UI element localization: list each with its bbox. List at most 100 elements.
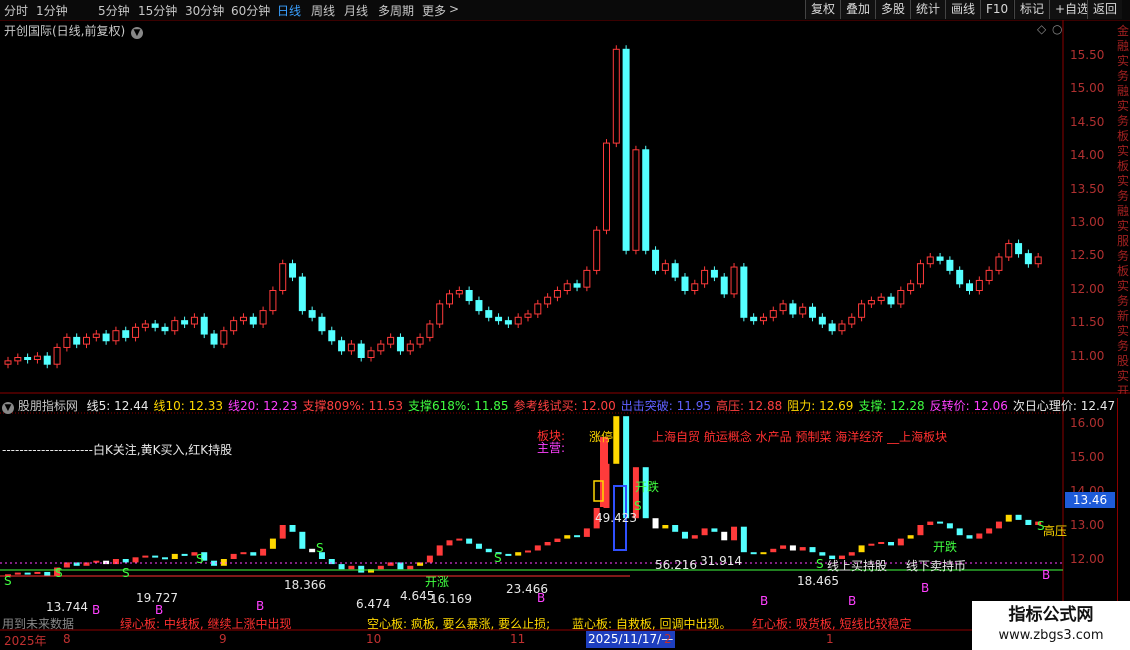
down-candle [946, 259, 954, 271]
down-candle [249, 316, 257, 325]
ind-candle [888, 542, 895, 546]
buy-hold-label: 线上买持股 [827, 559, 888, 573]
ind-candle [240, 552, 247, 555]
indicator-value: 支撑809%: 11.53 [302, 399, 404, 413]
down-candle [465, 290, 473, 302]
main-candles [4, 45, 1042, 369]
ind-candle [799, 547, 806, 551]
sell-signal: S [4, 574, 12, 588]
up-candle [632, 149, 640, 251]
down-candle [956, 269, 964, 285]
down-candle [710, 269, 718, 278]
indicator-value: 高压: 12.88 [716, 399, 783, 413]
up-candle [387, 336, 395, 345]
down-candle [750, 316, 758, 322]
up-candle [367, 350, 375, 358]
ind-candle [583, 528, 590, 537]
ind-candle [161, 557, 168, 560]
ind-candle [750, 552, 757, 555]
ind-candle [299, 531, 306, 549]
indicator-values: 线5: 12.44 线10: 12.33 线20: 12.23 支撑809%: 11.… [82, 399, 1130, 413]
ind-candle [34, 571, 41, 574]
up-candle [279, 263, 287, 292]
down-candle [966, 283, 974, 291]
ind-candle [809, 547, 816, 553]
collapse-icon[interactable]: ▼ [2, 402, 14, 414]
ind-candle [348, 565, 355, 570]
ind-candle [289, 525, 296, 532]
y-label: 15.50 [1070, 48, 1105, 62]
up-candle [858, 303, 866, 318]
business-label: 主营: [537, 441, 566, 455]
ind-candle [260, 548, 267, 556]
sell-signal: S [316, 541, 324, 555]
ind-candle [485, 548, 492, 553]
ind-candle [152, 555, 159, 558]
side-info-strip: 金融实务融实务板实板实务融实服务板实务新实务股实开股实务新实务融板实务板融实务股 [1117, 24, 1130, 394]
note-hollow-board: 空心板: 疯板, 要么暴涨, 要么止损; [367, 617, 551, 631]
up-candle [985, 269, 993, 281]
buy-signal: B [537, 591, 546, 605]
down-candle [671, 263, 679, 278]
y-label: 12.00 [1070, 282, 1105, 296]
down-candle [740, 266, 748, 318]
up-candle [1034, 256, 1042, 265]
down-candle [1015, 243, 1023, 255]
down-candle [338, 340, 346, 352]
ind-candle [868, 543, 875, 546]
current-price-tag: 13.46 [1065, 492, 1115, 508]
price-note: 18.366 [284, 578, 326, 592]
watermark-title: 指标公式网 [1008, 605, 1094, 625]
ind-candle [731, 526, 738, 541]
month-label: 10 [366, 632, 382, 646]
ind-candle [1005, 514, 1012, 522]
ind-candle [721, 531, 728, 541]
buy-signal: B [1042, 568, 1051, 582]
ind-candle [966, 535, 973, 539]
down-candle [396, 336, 404, 352]
note-red-board: 红心板: 吸货板, 短线比较稳定 [752, 617, 912, 631]
limit-up-label: 涨停 [589, 430, 614, 444]
indicator-value: 支撑: 12.28 [858, 399, 925, 413]
ind-candle [780, 545, 787, 549]
ind-candle [789, 545, 796, 551]
ind-y-label: 16.00 [1070, 416, 1105, 430]
ind-candle [770, 548, 777, 553]
up-candle [171, 320, 179, 332]
ind-candle [927, 521, 934, 525]
buy-signal: B [760, 594, 769, 608]
buy-signal: B [921, 581, 930, 595]
up-candle [701, 269, 709, 285]
down-candle [681, 276, 689, 292]
down-candle [1024, 253, 1032, 265]
down-candle [181, 320, 189, 325]
ind-side-strip [1117, 398, 1130, 630]
cursor-date: 2025/11/17/— [586, 631, 676, 648]
price-note: 31.914 [700, 554, 742, 568]
ind-candle [848, 552, 855, 556]
ind-candle [946, 523, 953, 529]
down-candle [789, 303, 797, 315]
down-candle [73, 336, 81, 345]
up-candle [799, 306, 807, 315]
sell-signal: S [634, 499, 642, 513]
ind-candle [672, 525, 679, 532]
price-note: 56.216 [655, 558, 697, 572]
ind-candle [525, 550, 531, 553]
down-candle [210, 333, 218, 345]
ind-candle [691, 535, 698, 539]
ind-y-label: 13.00 [1070, 518, 1105, 532]
ind-candle [142, 555, 149, 558]
indicator-value: 次日心理价: 12.47 [1012, 399, 1116, 413]
ind-candle [652, 518, 659, 529]
down-candle [828, 323, 836, 332]
up-candle [239, 316, 247, 322]
up-candle [563, 283, 571, 291]
ind-candle [93, 560, 100, 563]
ind-candle [613, 416, 620, 464]
up-candle [92, 333, 100, 338]
sector-text: 上海自贸 航运概念 水产品 预制菜 海洋经济 __上海板块 [652, 430, 948, 444]
y-label: 14.50 [1070, 115, 1105, 129]
sell-signal: S [55, 566, 63, 580]
indicator-value: 反转价: 12.06 [929, 399, 1008, 413]
